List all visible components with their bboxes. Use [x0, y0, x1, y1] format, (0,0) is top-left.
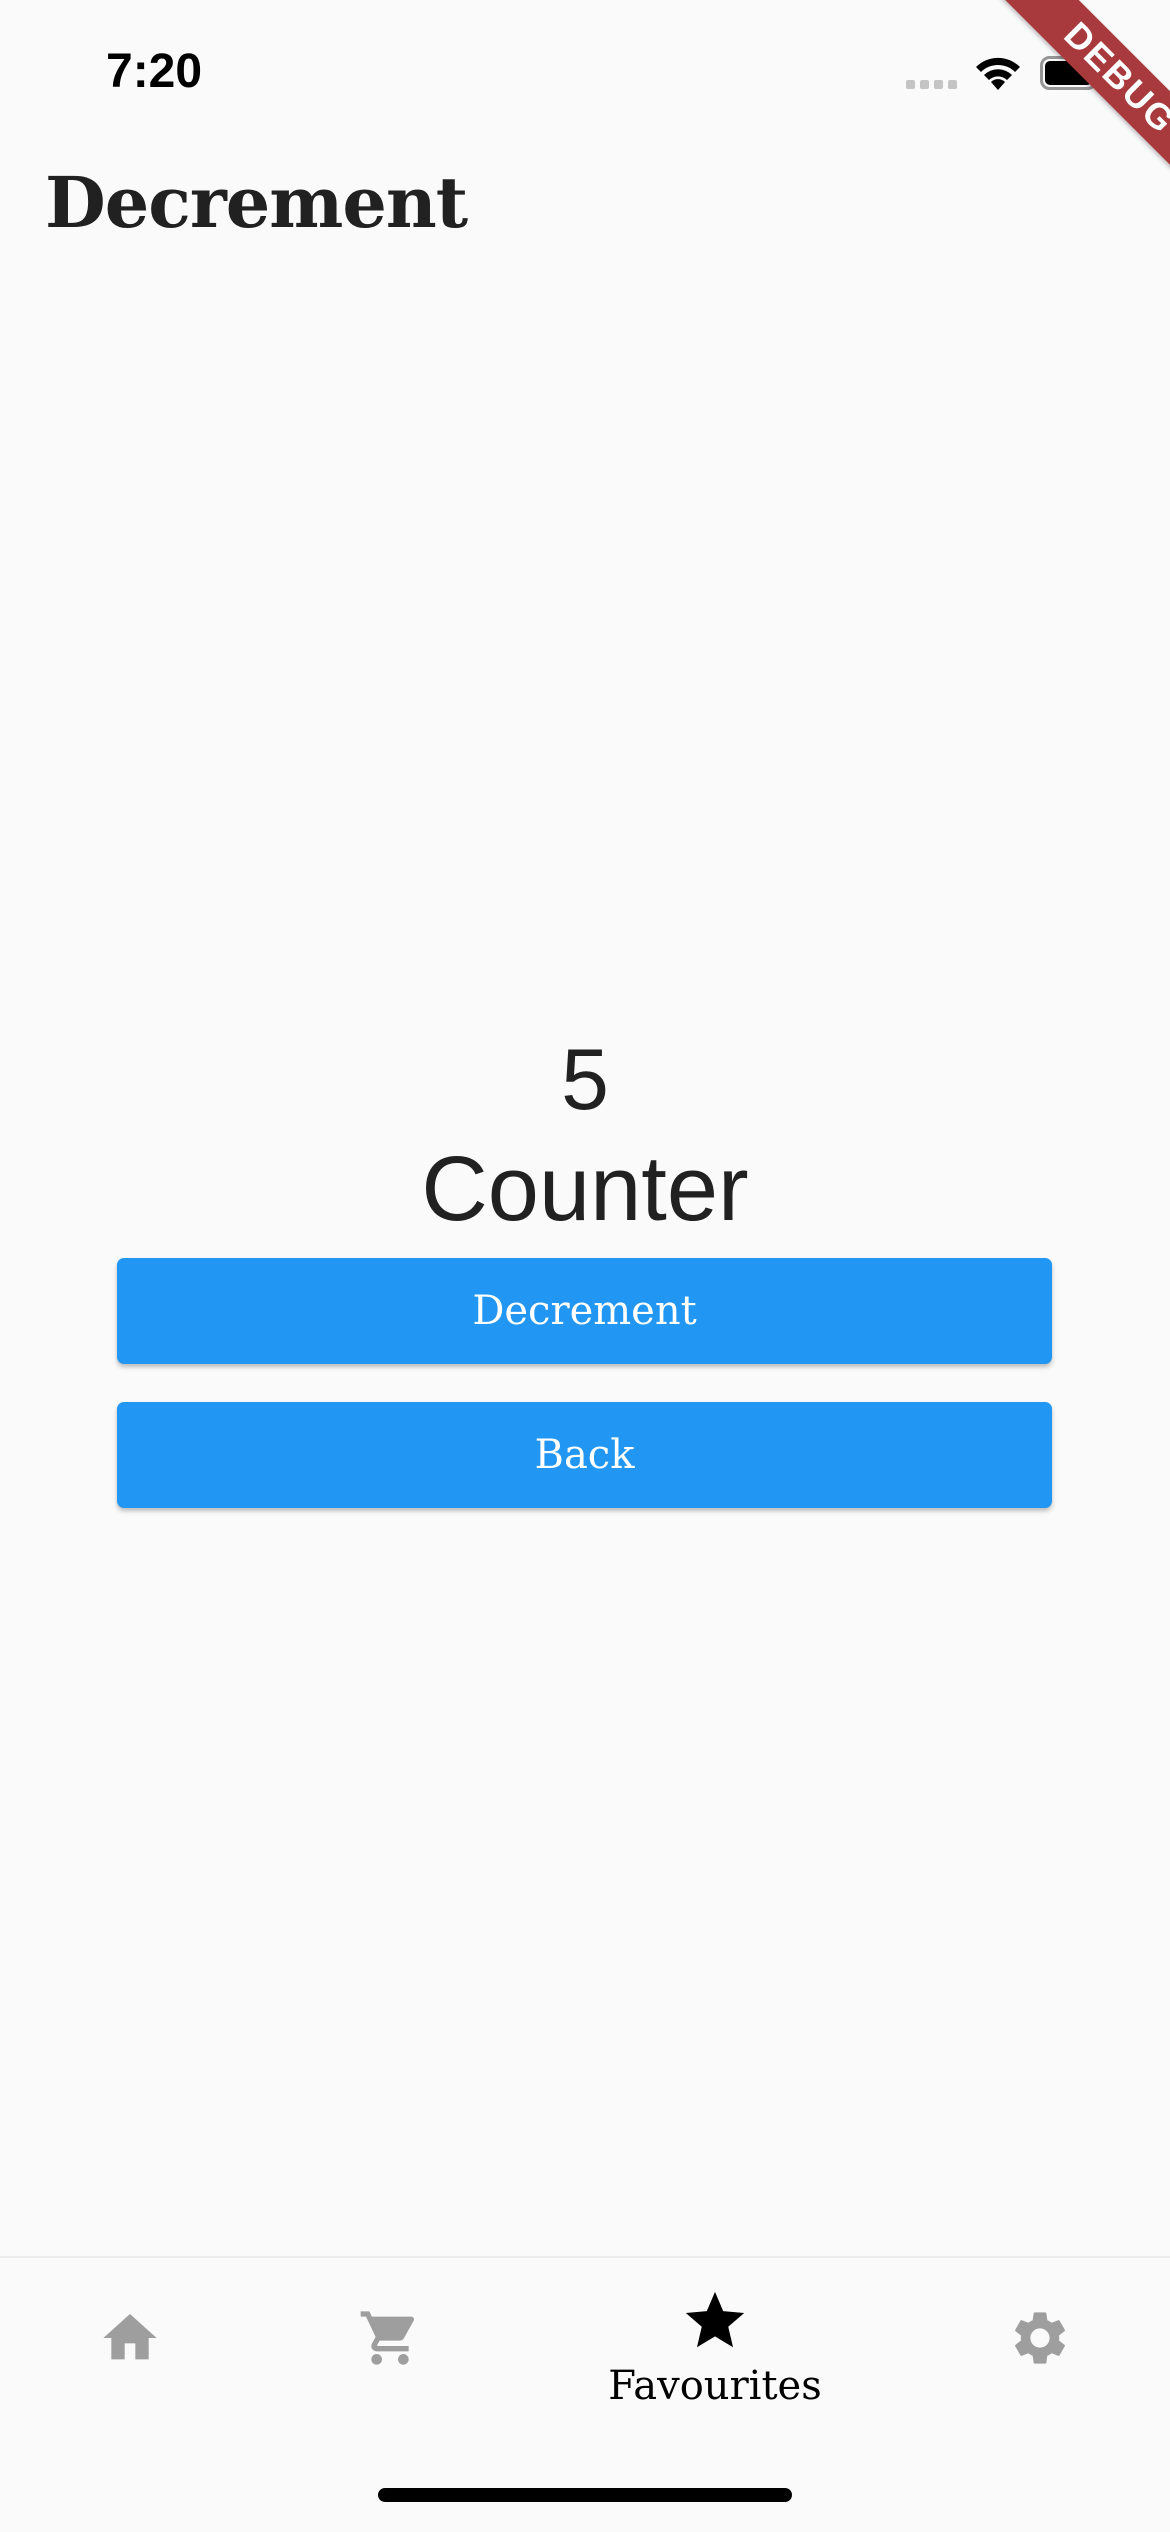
star-icon [685, 2291, 745, 2348]
cellular-signal-icon [906, 80, 957, 89]
wifi-icon [976, 57, 1020, 90]
decrement-button[interactable]: Decrement [117, 1258, 1052, 1364]
home-indicator [378, 2488, 792, 2502]
status-time: 7:20 [106, 45, 203, 98]
nav-item-settings[interactable] [980, 2258, 1100, 2458]
nav-item-favourites[interactable]: Favourites [560, 2258, 870, 2458]
nav-item-home[interactable] [70, 2258, 190, 2458]
gear-icon [1015, 2312, 1065, 2364]
nav-label-favourites: Favourites [608, 2363, 822, 2409]
home-icon [103, 2314, 157, 2360]
nav-item-cart[interactable] [330, 2258, 450, 2458]
back-button[interactable]: Back [117, 1402, 1052, 1508]
cart-icon [360, 2311, 415, 2365]
counter-value: 5 [561, 1032, 609, 1128]
page-title: Decrement [45, 161, 468, 244]
debug-banner: DEBUG [981, 0, 1170, 217]
counter-label: Counter [421, 1138, 749, 1240]
